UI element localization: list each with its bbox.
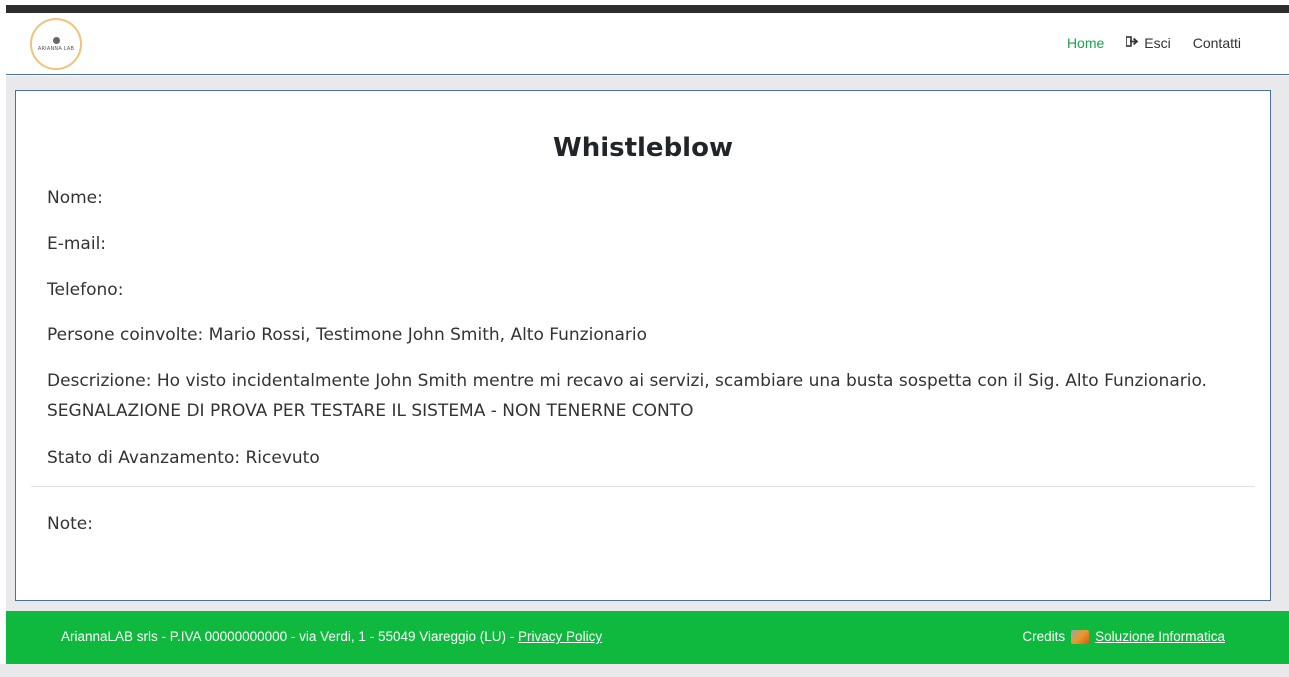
nav-home-label: Home: [1066, 35, 1105, 51]
navbar: ARIANNA LAB Home Esci Contatti: [6, 13, 1289, 75]
field-nome: Nome:: [47, 188, 103, 208]
field-persone-coinvolte: Persone coinvolte: Mario Rossi, Testimon…: [47, 325, 648, 345]
divider: [31, 486, 1255, 487]
nav-esci-label: Esci: [1144, 35, 1171, 51]
credits-logo-icon: [1071, 629, 1090, 644]
logo-text: ARIANNA LAB: [37, 45, 75, 52]
field-telefono: Telefono:: [47, 280, 124, 300]
bottom-strip: [0, 664, 1289, 677]
footer-company-text: AriannaLAB srls - P.IVA 00000000000 - vi…: [61, 629, 515, 644]
soluzione-informatica-link[interactable]: Soluzione Informatica: [1095, 629, 1225, 644]
nav-contatti-label: Contatti: [1192, 35, 1241, 51]
brand-logo[interactable]: ARIANNA LAB: [30, 18, 82, 70]
field-note: Note:: [47, 514, 93, 534]
privacy-policy-link[interactable]: Privacy Policy: [518, 629, 602, 644]
page-title: Whistleblow: [553, 133, 733, 163]
footer-credits: Credits Soluzione Informatica: [1022, 629, 1225, 644]
report-card: Whistleblow Nome: E-mail: Telefono: Pers…: [15, 90, 1271, 601]
top-strip: [6, 5, 1289, 13]
footer: AriannaLAB srls - P.IVA 00000000000 - vi…: [6, 611, 1289, 664]
field-descrizione: Descrizione: Ho visto incidentalmente Jo…: [47, 371, 1207, 421]
sign-out-icon: [1125, 36, 1139, 50]
footer-company-info: AriannaLAB srls - P.IVA 00000000000 - vi…: [61, 629, 602, 644]
nav-esci-link[interactable]: Esci: [1125, 35, 1171, 51]
nav-contatti-link[interactable]: Contatti: [1193, 35, 1241, 51]
credits-label: Credits: [1022, 629, 1066, 644]
nav-home-link[interactable]: Home: [1067, 35, 1104, 51]
field-stato: Stato di Avanzamento: Ricevuto: [47, 448, 320, 468]
logo-mark-icon: [52, 36, 60, 44]
field-email: E-mail:: [47, 234, 107, 254]
nav-menu: Home Esci Contatti: [1067, 35, 1241, 51]
